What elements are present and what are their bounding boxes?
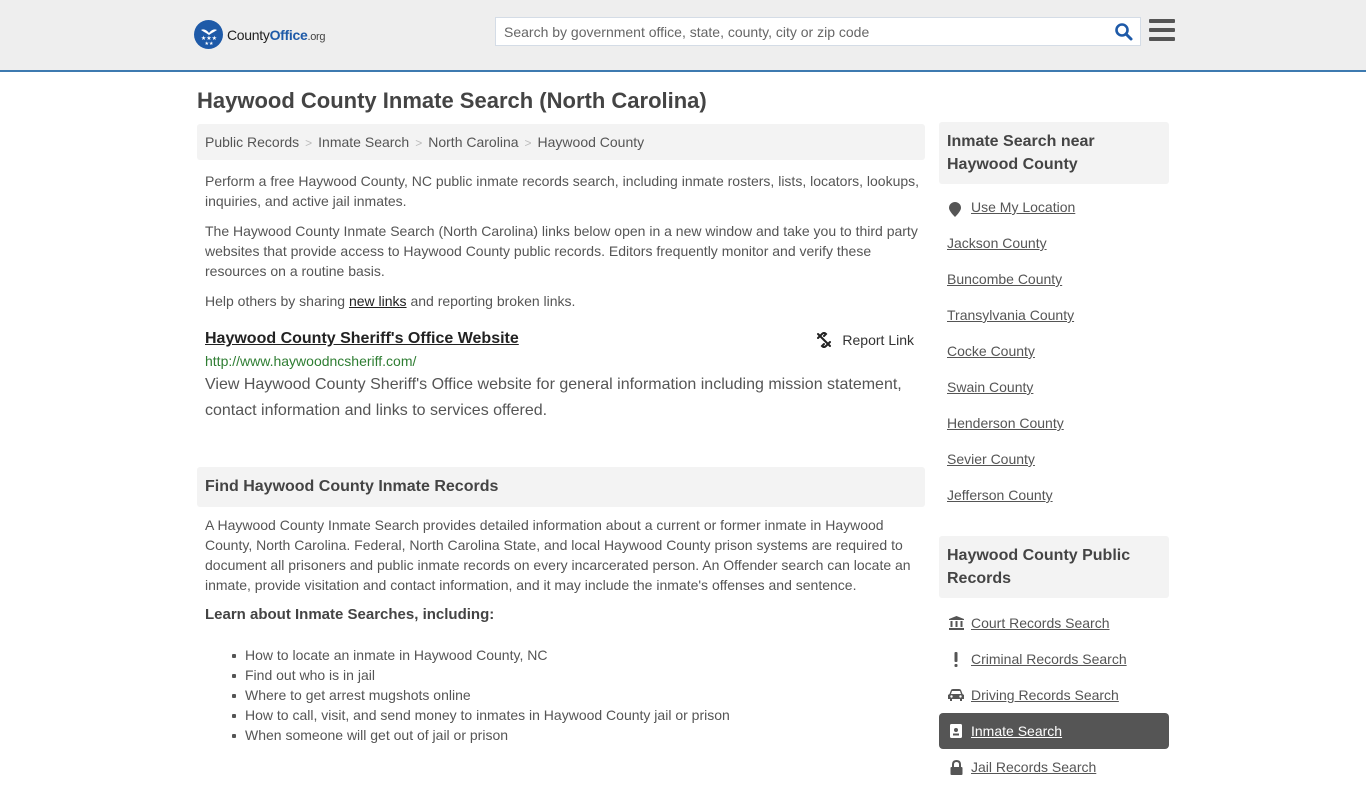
svg-text:★★: ★★	[204, 41, 213, 46]
county-link[interactable]: Transylvania County	[947, 307, 1074, 323]
search-box	[495, 17, 1141, 46]
use-my-location-link[interactable]: Use My Location	[971, 199, 1075, 215]
section-body: A Haywood County Inmate Search provides …	[205, 517, 911, 593]
intro-paragraph-3: Help others by sharing new links and rep…	[205, 293, 576, 309]
sidebar-item-henderson: Henderson County	[947, 415, 1167, 451]
breadcrumb-inmate-search[interactable]: Inmate Search	[318, 134, 409, 150]
sidebar-near-heading: Inmate Search near Haywood County	[939, 122, 1169, 184]
sidebar-item-swain: Swain County	[947, 379, 1167, 415]
sidebar-item-inmate-search[interactable]: Inmate Search	[939, 713, 1169, 749]
map-marker-icon	[949, 202, 961, 217]
list-item: Find out who is in jail	[232, 665, 730, 685]
public-records-list: Court Records Search Criminal Records Se…	[939, 605, 1169, 785]
list-item: Where to get arrest mugshots online	[232, 685, 730, 705]
county-link[interactable]: Buncombe County	[947, 271, 1062, 287]
sidebar-item-court-records[interactable]: Court Records Search	[939, 605, 1169, 641]
breadcrumb-north-carolina[interactable]: North Carolina	[428, 134, 518, 150]
breadcrumb-separator: >	[305, 136, 313, 150]
breadcrumb-separator: >	[524, 136, 532, 150]
county-link[interactable]: Henderson County	[947, 415, 1064, 431]
list-item: How to locate an inmate in Haywood Count…	[232, 645, 730, 665]
broken-link-icon	[817, 332, 832, 348]
result-description: View Haywood County Sheriff's Office web…	[205, 376, 902, 419]
sidebar-item-buncombe: Buncombe County	[947, 271, 1167, 307]
site-logo[interactable]: ★★★ ★★ CountyOffice.org	[194, 20, 326, 49]
search-icon[interactable]	[1114, 22, 1134, 42]
lock-icon	[948, 759, 964, 775]
breadcrumb: Public Records > Inmate Search > North Carol…	[197, 124, 925, 160]
sidebar-item-cocke: Cocke County	[947, 343, 1167, 379]
breadcrumb-haywood-county[interactable]: Haywood County	[538, 134, 645, 150]
sidebar-records-heading: Haywood County Public Records	[939, 536, 1169, 598]
hamburger-menu-icon[interactable]	[1149, 19, 1175, 43]
nearby-counties-list: Use My Location Jackson County Buncombe …	[947, 199, 1167, 523]
list-item: How to call, visit, and send money to in…	[232, 707, 730, 723]
courthouse-icon	[948, 615, 964, 631]
result-url: http://www.haywoodncsheriff.com/	[205, 353, 417, 369]
search-input[interactable]	[496, 18, 1106, 45]
logo-text: CountyOffice.org	[227, 26, 326, 43]
sidebar-item-jefferson: Jefferson County	[947, 487, 1167, 523]
learn-heading: Learn about Inmate Searches, including:	[205, 606, 495, 623]
county-link[interactable]: Sevier County	[947, 451, 1035, 467]
intro-paragraph-1: Perform a free Haywood County, NC public…	[205, 173, 920, 209]
sidebar-item-driving-records[interactable]: Driving Records Search	[939, 677, 1169, 713]
result-title-link[interactable]: Haywood County Sheriff's Office Website	[205, 330, 519, 348]
id-badge-icon	[948, 723, 964, 739]
page-title: Haywood County Inmate Search (North Caro…	[197, 88, 707, 113]
new-links-link[interactable]: new links	[349, 293, 407, 309]
county-link[interactable]: Cocke County	[947, 343, 1035, 359]
intro-text: Perform a free Haywood County, NC public…	[205, 171, 920, 321]
intro-paragraph-2: The Haywood County Inmate Search (North …	[205, 223, 918, 279]
sidebar-item-sevier: Sevier County	[947, 451, 1167, 487]
link-result: Haywood County Sheriff's Office Website …	[205, 330, 917, 424]
sidebar-item-jackson: Jackson County	[947, 235, 1167, 271]
logo-eagle-icon: ★★★ ★★	[194, 20, 223, 49]
list-item: When someone will get out of jail or pri…	[232, 725, 730, 745]
car-icon	[948, 687, 964, 703]
use-my-location: Use My Location	[947, 199, 1167, 235]
sidebar-item-criminal-records[interactable]: Criminal Records Search	[939, 641, 1169, 677]
exclamation-icon	[948, 651, 964, 667]
learn-list: How to locate an inmate in Haywood Count…	[232, 645, 730, 745]
report-link-button[interactable]: Report Link	[816, 332, 914, 348]
breadcrumb-public-records[interactable]: Public Records	[205, 134, 299, 150]
county-link[interactable]: Swain County	[947, 379, 1033, 395]
section-heading: Find Haywood County Inmate Records	[197, 467, 925, 507]
site-header: ★★★ ★★ CountyOffice.org	[0, 0, 1366, 72]
county-link[interactable]: Jefferson County	[947, 487, 1053, 503]
breadcrumb-separator: >	[415, 136, 423, 150]
county-link[interactable]: Jackson County	[947, 235, 1047, 251]
sidebar-item-jail-records[interactable]: Jail Records Search	[939, 749, 1169, 785]
sidebar-item-transylvania: Transylvania County	[947, 307, 1167, 343]
